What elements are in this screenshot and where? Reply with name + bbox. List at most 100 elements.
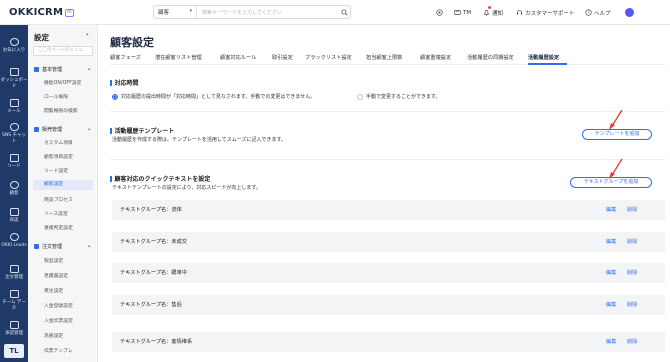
orders-icon <box>9 265 19 273</box>
tab[interactable]: 顧客フェーズ <box>110 54 141 61</box>
settings-item[interactable]: ソース設定 <box>44 210 68 217</box>
tab[interactable]: 担当顧客上限数 <box>366 54 402 61</box>
section-description: テキストテンプレートの設定により、対応スピードが向上します。 <box>112 185 261 191</box>
settings-item[interactable]: 閲覧権限の検索 <box>44 107 78 114</box>
rail-item-customers[interactable]: 顧客 <box>0 181 28 197</box>
section-accent-bar <box>110 127 112 134</box>
annotation-arrow-icon <box>609 109 623 130</box>
star-icon <box>9 38 19 46</box>
settings-item[interactable]: 伝票テンプレ <box>44 347 73 354</box>
settings-item[interactable]: 入金伝票設定 <box>44 317 73 324</box>
settings-item[interactable]: 機能ON/OFF設定 <box>44 79 81 86</box>
search-icon[interactable] <box>338 6 350 18</box>
svg-text:?: ? <box>587 10 589 15</box>
divider <box>110 159 665 160</box>
search-input[interactable]: 検索キーワードを入力してください <box>197 9 338 16</box>
avatar[interactable] <box>625 8 634 17</box>
radio-label: 対応履歴の提出時間が「対応時間」として見なされます。手動での変更はできません。 <box>121 94 316 100</box>
tab[interactable]: 取引設定 <box>272 54 293 61</box>
text-group-row: テキストグループ名：流体 編集 削除 <box>112 200 665 220</box>
text-group-row: テキストグループ名：跟单中 編集 削除 <box>112 263 665 283</box>
settings-item[interactable]: カスタム項目 <box>44 139 73 146</box>
edit-link[interactable]: 編集 <box>606 206 616 213</box>
tab-active[interactable]: 活動履歴設定 <box>528 54 559 61</box>
rail-item-approvals[interactable]: 承認管理 <box>0 321 28 337</box>
chat-icon <box>9 123 19 131</box>
group-label: 注文管理 <box>42 244 63 250</box>
rail-bottom-button[interactable]: TL <box>4 344 24 358</box>
user-menu[interactable]: TM <box>454 6 471 19</box>
edit-link[interactable]: 編集 <box>606 238 616 245</box>
approval-icon <box>9 321 19 329</box>
search-scope-select[interactable]: 顧客 ▾ <box>154 6 197 18</box>
section-accent-bar <box>110 175 112 182</box>
mail-icon <box>9 99 19 107</box>
delete-link[interactable]: 削除 <box>627 269 637 276</box>
support-button[interactable]: カスタマーサポート <box>516 6 574 19</box>
tab[interactable]: 顧客重複設定 <box>420 54 451 61</box>
rail-item-okki-leads[interactable]: OKKI Leads <box>0 233 28 249</box>
delete-link[interactable]: 削除 <box>627 301 637 308</box>
okki-leads-icon <box>9 233 19 241</box>
rail-item-dashboard[interactable]: ダッシュボード <box>0 68 28 89</box>
edit-link[interactable]: 編集 <box>606 301 616 308</box>
rail-item-orders[interactable]: 注文管理 <box>0 265 28 281</box>
rail-label: メール <box>7 109 21 114</box>
radio-auto-time[interactable]: 対応履歴の提出時間が「対応時間」として見なされます。手動での変更はできません。 <box>112 93 315 100</box>
text-group-name: テキストグループ名：售后 <box>120 302 182 308</box>
settings-item[interactable]: ロール権限 <box>44 93 68 100</box>
delete-link[interactable]: 削除 <box>627 206 637 213</box>
order-settings-icon <box>34 244 39 249</box>
rail-item-team-data[interactable]: チーム データ <box>0 290 28 311</box>
text-group-row: テキストグループ名：客情维系 編集 削除 <box>112 332 665 352</box>
section-title-response-time: 対応時間 <box>110 78 139 87</box>
deals-icon <box>9 208 19 216</box>
settings-item[interactable]: 入金登録設定 <box>44 302 73 309</box>
section-title-quick-text: 顧客対応のクイックテキストを設定 <box>110 174 210 183</box>
radio-checked <box>112 93 118 100</box>
settings-search-input[interactable]: ここのページのメニュ <box>33 46 93 56</box>
rail-item-leads[interactable]: リード <box>0 154 28 170</box>
help-button[interactable]: ? ヘルプ <box>585 6 611 19</box>
radio-manual-time[interactable]: 手動で変更することができます。 <box>357 93 441 100</box>
logo[interactable]: OKKICRM AI <box>9 6 74 19</box>
rail-item-favorites[interactable]: お気に入り <box>0 38 28 54</box>
tab[interactable]: 顧客対応ルール <box>220 54 256 61</box>
rail-item-mail[interactable]: メール <box>0 99 28 115</box>
section-title-text: 活動履歴テンプレート <box>114 128 175 135</box>
chevron-down-icon[interactable]: ▾ <box>86 32 89 38</box>
text-group-name: テキストグループ名：跟单中 <box>120 270 187 276</box>
settings-item[interactable]: 為替設定 <box>44 332 63 339</box>
rail-label: チーム データ <box>2 300 26 311</box>
rail-item-deals[interactable]: 商談 <box>0 208 28 224</box>
settings-group-basic[interactable]: 基本管理 ▴ <box>34 66 90 73</box>
rail-label: お気に入り <box>2 48 26 53</box>
rail-item-sns-chat[interactable]: SNS チャット <box>0 123 28 144</box>
settings-item[interactable]: 顧客項目設定 <box>44 153 73 160</box>
add-circle-icon[interactable] <box>436 6 443 19</box>
radio-unchecked <box>357 93 363 100</box>
settings-item-active[interactable]: 顧客設定 <box>33 180 93 190</box>
chevron-up-icon: ▴ <box>88 127 91 132</box>
settings-item[interactable]: 商談プロセス <box>44 196 73 203</box>
delete-link[interactable]: 削除 <box>627 238 637 245</box>
settings-group-orders[interactable]: 注文管理 ▴ <box>34 243 90 250</box>
tab[interactable]: 潜在顧客リスト管理 <box>155 54 202 61</box>
settings-item[interactable]: 見積書設定 <box>44 272 68 279</box>
settings-tabs: 顧客フェーズ 潜在顧客リスト管理 顧客対応ルール 取引設定 ブラックリスト設定 … <box>110 54 665 65</box>
basic-settings-icon <box>34 67 39 72</box>
settings-item[interactable]: 受注設定 <box>44 287 63 294</box>
section-description: 活動履歴を作成する際は、テンプレートを活用してスムーズに記入できます。 <box>112 137 286 143</box>
rail-label: 顧客 <box>9 191 19 196</box>
tab[interactable]: ブラックリスト設定 <box>305 54 352 61</box>
settings-group-sales[interactable]: 販売管理 ▴ <box>34 126 90 133</box>
delete-link[interactable]: 削除 <box>627 338 637 345</box>
notifications-button[interactable]: 通知 <box>483 6 503 19</box>
edit-link[interactable]: 編集 <box>606 338 616 345</box>
tab[interactable]: 活動履歴の同期設定 <box>467 54 514 61</box>
settings-item[interactable]: 重複判定設定 <box>44 224 73 231</box>
settings-item[interactable]: リード設定 <box>44 167 68 174</box>
customers-icon <box>9 181 19 189</box>
settings-item[interactable]: 製品設定 <box>44 257 63 264</box>
edit-link[interactable]: 編集 <box>606 269 616 276</box>
